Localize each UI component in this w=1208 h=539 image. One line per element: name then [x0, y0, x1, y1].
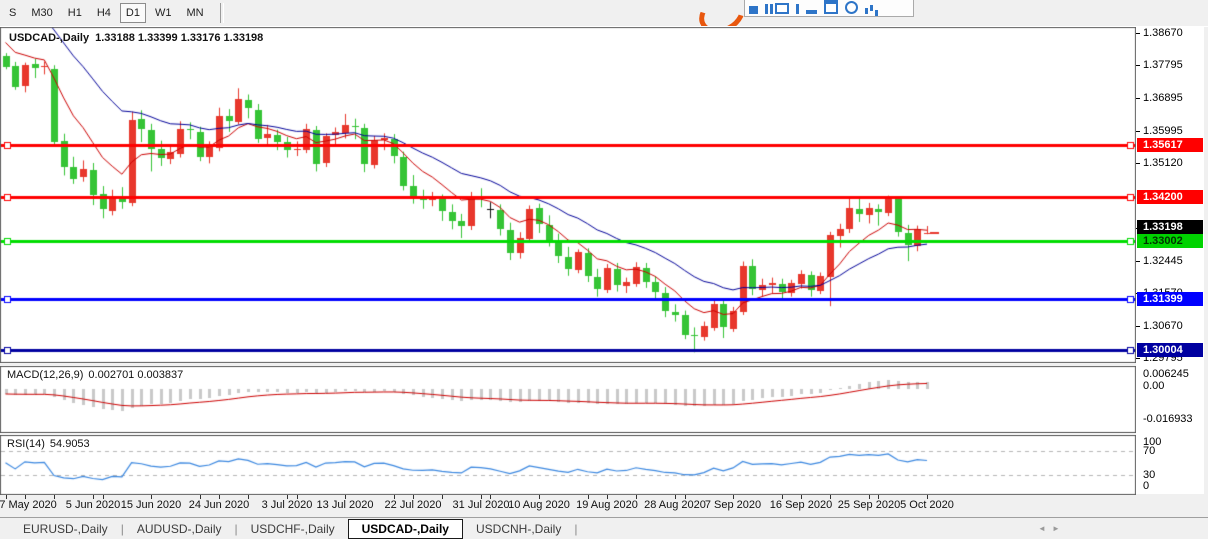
- logo-glyph-icon: [749, 6, 758, 14]
- price-chart-pane[interactable]: USDCAD-,Daily 1.33188 1.33399 1.33176 1.3…: [0, 27, 1136, 363]
- date-minor-tick: [442, 495, 443, 499]
- rsi-name: RSI(14): [7, 438, 45, 450]
- date-axis-label: 28 Aug 2020: [644, 499, 706, 511]
- price-axis-tick: [1136, 326, 1140, 327]
- timeframe-button-s[interactable]: S: [3, 3, 22, 23]
- price-badge-resistance-line[interactable]: 1.35617: [1137, 138, 1203, 152]
- date-axis-label: 19 Aug 2020: [576, 499, 638, 511]
- timeframe-button-d1[interactable]: D1: [120, 3, 146, 23]
- timeframe-button-h4[interactable]: H4: [91, 3, 117, 23]
- price-axis-tick: [1136, 98, 1140, 99]
- macd-values: 0.002701 0.003837: [88, 369, 183, 381]
- date-axis-label: 15 Jun 2020: [121, 499, 182, 511]
- date-axis-label: 13 Jul 2020: [317, 499, 374, 511]
- price-badge-resistance-line[interactable]: 1.34200: [1137, 190, 1203, 204]
- logo-glyph-icon: [796, 4, 799, 14]
- price-axis-tick: [1136, 65, 1140, 66]
- date-axis-label: 27 May 2020: [0, 499, 57, 511]
- date-axis-label: 7 Sep 2020: [705, 499, 761, 511]
- price-axis-label: 1.35120: [1143, 157, 1183, 169]
- macd-axis-label: 0.006245: [1143, 368, 1189, 380]
- price-chart-canvas[interactable]: [0, 27, 1136, 363]
- tab-scroll-left-button[interactable]: ◄: [1038, 524, 1046, 533]
- logo-glyph-icon: [775, 3, 789, 14]
- macd-indicator-pane[interactable]: MACD(12,26,9) 0.002701 0.003837: [0, 366, 1136, 433]
- tab-usdcad[interactable]: USDCAD-,Daily: [348, 519, 463, 539]
- tab-audusd[interactable]: AUDUSD-,Daily: [124, 520, 235, 538]
- logo-glyph-icon: [845, 1, 858, 14]
- date-axis-label: 16 Sep 2020: [770, 499, 832, 511]
- tab-eurusd[interactable]: EURUSD-,Daily: [10, 520, 121, 538]
- price-axis-tick: [1136, 163, 1140, 164]
- macd-axis-label: 0.00: [1143, 380, 1164, 392]
- date-axis-label: 25 Sep 2020: [838, 499, 900, 511]
- price-axis-tick: [1136, 33, 1140, 34]
- macd-name: MACD(12,26,9): [7, 369, 83, 381]
- logo-glyph-icon: [765, 4, 768, 14]
- tab-usdchf[interactable]: USDCHF-,Daily: [238, 520, 348, 538]
- chart-title: USDCAD-,Daily 1.33188 1.33399 1.33176 1.3…: [9, 32, 269, 44]
- chart-symbol-label: USDCAD-,Daily: [9, 32, 89, 44]
- price-axis: 1.386701.377951.368951.359951.351201.333…: [1136, 27, 1204, 363]
- toolbar-separator: [220, 3, 224, 23]
- price-axis-label: 1.35995: [1143, 125, 1183, 137]
- logo-glyph-icon: [865, 8, 868, 14]
- logo-icons-strip: [744, 0, 914, 17]
- rsi-canvas[interactable]: [0, 435, 1136, 495]
- date-axis: 27 May 2020 5 Jun 202015 Jun 2020 24 Jun 2…: [0, 495, 1204, 516]
- price-axis-label: 1.32445: [1143, 255, 1183, 267]
- date-axis-label: 22 Jul 2020: [385, 499, 442, 511]
- macd-axis-label: -0.016933: [1143, 413, 1193, 425]
- timeframe-button-w1[interactable]: W1: [149, 3, 178, 23]
- timeframe-button-mn[interactable]: MN: [180, 3, 209, 23]
- symbol-tab-bar: EURUSD-,Daily|AUDUSD-,Daily|USDCHF-,Dail…: [0, 517, 1208, 539]
- rsi-label: RSI(14) 54.9053: [7, 438, 90, 450]
- logo-glyph-icon: [824, 0, 838, 14]
- date-axis-label: 10 Aug 2020: [508, 499, 570, 511]
- logo-glyph-icon: [806, 10, 817, 14]
- timeframe-button-h1[interactable]: H1: [62, 3, 88, 23]
- price-badge-support-line[interactable]: 1.30004: [1137, 343, 1203, 357]
- timeframe-button-row: SM30H1H4D1W1MN: [0, 0, 224, 25]
- tab-divider: |: [574, 522, 577, 536]
- top-toolbar: SM30H1H4D1W1MN: [0, 0, 1208, 27]
- rsi-value: 54.9053: [50, 438, 90, 450]
- tab-usdcnh[interactable]: USDCNH-,Daily: [463, 520, 574, 538]
- date-axis-label: 24 Jun 2020: [189, 499, 250, 511]
- price-axis-tick: [1136, 261, 1140, 262]
- price-badge-support-line[interactable]: 1.31399: [1137, 292, 1203, 306]
- rsi-axis-label: 70: [1143, 445, 1155, 457]
- macd-axis: 0.0062450.00 -0.016933: [1136, 366, 1204, 433]
- date-axis-label: 31 Jul 2020: [453, 499, 510, 511]
- date-axis-label: 5 Jun 2020: [66, 499, 120, 511]
- chart-ohlc-values: 1.33188 1.33399 1.33176 1.33198: [95, 32, 263, 44]
- macd-label: MACD(12,26,9) 0.002701 0.003837: [7, 369, 183, 381]
- rsi-axis: 10070300: [1136, 435, 1204, 495]
- price-axis-label: 1.36895: [1143, 92, 1183, 104]
- price-badge-current-price: 1.33198: [1137, 220, 1203, 234]
- price-axis-label: 1.37795: [1143, 59, 1183, 71]
- rsi-indicator-pane[interactable]: RSI(14) 54.9053: [0, 435, 1136, 495]
- price-axis-label: 1.30670: [1143, 320, 1183, 332]
- broker-logo-fragment: [698, 0, 908, 14]
- date-axis-label: 3 Jul 2020: [262, 499, 313, 511]
- rsi-axis-label: 0: [1143, 480, 1149, 492]
- timeframe-button-m30[interactable]: M30: [25, 3, 58, 23]
- price-badge-pivot-line[interactable]: 1.33002: [1137, 234, 1203, 248]
- logo-swoosh-icon: [692, 0, 751, 27]
- price-axis-tick: [1136, 358, 1140, 359]
- date-axis-label: 5 Oct 2020: [900, 499, 954, 511]
- tab-scroll-right-button[interactable]: ►: [1052, 524, 1060, 533]
- price-axis-label: 1.38670: [1143, 27, 1183, 39]
- price-axis-tick: [1136, 131, 1140, 132]
